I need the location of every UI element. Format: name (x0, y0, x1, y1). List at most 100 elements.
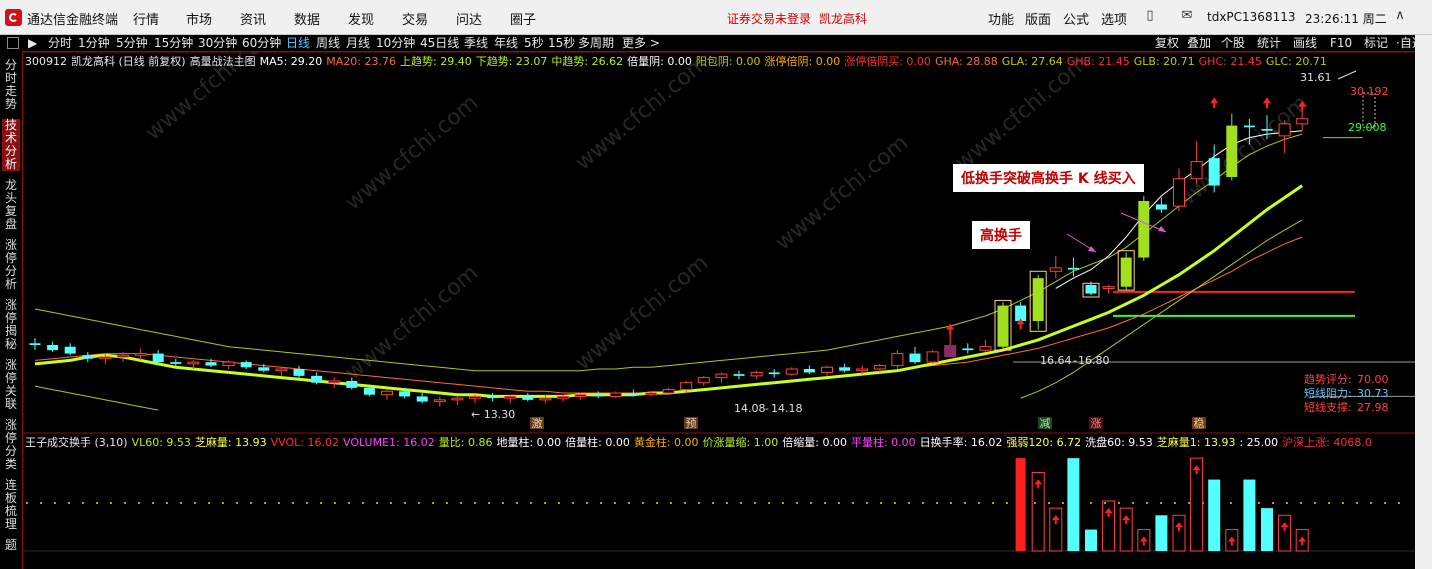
sidebar-tab-3[interactable]: 涨停分析 (2, 239, 20, 291)
candle-body (504, 395, 517, 399)
period-tab-2[interactable]: 5分钟 (116, 35, 148, 51)
menu-item-quanzi[interactable]: 圈子 (510, 9, 536, 28)
candle-body (1226, 125, 1238, 177)
menu-bar: 通达信金融终端 行情 市场 资讯 数据 发现 交易 问达 圈子 证券交易未登录 … (0, 0, 1432, 35)
volume-baseline-dot (712, 502, 714, 504)
volume-baseline-dot (54, 502, 56, 504)
kline-chart[interactable]: www.cfchi.com www.cfchi.com www.cfchi.com w… (23, 51, 1415, 569)
indicator-value: 阳包阴: 0.00 (695, 55, 761, 68)
toolbar-button-1[interactable]: 叠加 (1187, 35, 1211, 51)
indicator-value: 下趋势: 23.07 (475, 55, 548, 68)
volume-baseline-dot (1258, 502, 1260, 504)
grid-toggle-icon[interactable] (7, 37, 19, 49)
indicator-value: MA5: 29.20 (259, 55, 323, 68)
volume-baseline-dot (264, 502, 266, 504)
volume-bar (1208, 479, 1221, 551)
sidebar-tab-6[interactable]: 涨停分类 (2, 419, 20, 471)
window-restore-icon[interactable]: ∧ (1391, 7, 1409, 25)
candle-body (997, 305, 1009, 347)
menu-item-wenda[interactable]: 问达 (456, 9, 482, 28)
sidebar-tab-8[interactable]: 题 (2, 539, 20, 552)
menu-item-gongneng[interactable]: 功能 (988, 9, 1014, 28)
signal-marker-text: 预 (686, 417, 697, 430)
short-support-value: 27.98 (1357, 401, 1389, 414)
volume-arrow-stem (1195, 470, 1198, 475)
volume-baseline-dot (1314, 502, 1316, 504)
volume-baseline-dot (950, 502, 952, 504)
period-tab-6[interactable]: 日线 (286, 35, 310, 51)
mail-icon[interactable]: ✉ (1178, 7, 1196, 25)
volume-baseline-dot (152, 502, 154, 504)
indicator-value: 平量柱: 0.00 (850, 436, 916, 449)
period-tab-3[interactable]: 15分钟 (154, 35, 193, 51)
volume-baseline-dot (488, 502, 490, 504)
period-tab-14[interactable]: 15秒 (548, 35, 575, 51)
volume-baseline-dot (852, 502, 854, 504)
period-tab-12[interactable]: 年线 (494, 35, 518, 51)
watermark-text: www.cfchi.com (341, 260, 483, 385)
sidebar-tab-2[interactable]: 龙头复盘 (2, 179, 20, 231)
login-notice[interactable]: 证券交易未登录 (727, 10, 811, 27)
candle-body (1208, 158, 1220, 186)
toolbar-button-2[interactable]: 个股 (1221, 35, 1245, 51)
toolbar-button-4[interactable]: 画线 (1293, 35, 1317, 51)
menu-item-xuanxiang[interactable]: 选项 (1101, 9, 1127, 28)
volume-baseline-dot (1272, 502, 1274, 504)
menu-item-shuju[interactable]: 数据 (294, 9, 320, 28)
period-tab-11[interactable]: 季线 (464, 35, 488, 51)
collapse-icon[interactable]: ▶ (28, 35, 37, 51)
candle-body (487, 396, 499, 399)
volume-baseline-dot (642, 502, 644, 504)
period-tab-8[interactable]: 月线 (346, 35, 370, 51)
period-tab-1[interactable]: 1分钟 (78, 35, 110, 51)
short-support-label: 短线支撑: (1304, 400, 1352, 414)
indicator-value: 芝麻量: 13.93 (194, 436, 267, 449)
candle-body (99, 356, 112, 360)
toolbar-button-3[interactable]: 统计 (1257, 35, 1281, 51)
indicator-value: 涨停倍阴: 0.00 (764, 55, 841, 68)
candle-body (47, 345, 59, 351)
candle-body (1243, 125, 1255, 128)
period-tab-4[interactable]: 30分钟 (198, 35, 237, 51)
candle-body (609, 392, 622, 397)
trend-score-value: 70.00 (1357, 373, 1389, 386)
price-separator: - (1073, 354, 1077, 367)
period-tab-13[interactable]: 5秒 (524, 35, 544, 51)
volume-bar (1119, 507, 1133, 552)
menu-item-hangqing[interactable]: 行情 (133, 9, 159, 28)
volume-baseline-dot (838, 502, 840, 504)
sidebar-tab-4[interactable]: 涨停揭秘 (2, 299, 20, 351)
period-tab-5[interactable]: 60分钟 (242, 35, 281, 51)
sidebar-tab-5[interactable]: 涨停关联 (2, 359, 20, 411)
period-tab-9[interactable]: 10分钟 (376, 35, 415, 51)
menu-item-faxian[interactable]: 发现 (348, 9, 374, 28)
menu-item-shichang[interactable]: 市场 (186, 9, 212, 28)
indicator-header-volume: 王子成交换手 (3,10) VL60: 9.53 芝麻量: 13.93 VVOL: 1… (25, 434, 1376, 450)
candle-body (979, 346, 992, 351)
candle-body (433, 399, 446, 403)
toolbar-button-0[interactable]: 复权 (1155, 35, 1179, 51)
candle-body (557, 395, 569, 399)
notification-icon[interactable]: ▯ (1141, 7, 1159, 25)
period-tab-10[interactable]: 45日线 (420, 35, 459, 51)
candle-body (856, 368, 869, 372)
menu-item-jiaoyi[interactable]: 交易 (402, 9, 428, 28)
menu-item-banmian[interactable]: 版面 (1025, 9, 1051, 28)
sidebar-tab-1[interactable]: 技术分析 (2, 119, 20, 171)
menu-item-zixun[interactable]: 资讯 (240, 9, 266, 28)
period-tab-15[interactable]: 多周期 (578, 35, 614, 51)
toolbar-button-5[interactable]: F10 (1330, 35, 1352, 51)
period-tab-7[interactable]: 周线 (316, 35, 340, 51)
main-chart-formula[interactable]: 高量战法主图 (190, 55, 256, 68)
sidebar-tab-0[interactable]: 分时走势 (2, 59, 20, 111)
period-tab-16[interactable]: 更多 > (622, 35, 660, 51)
candle-body (187, 361, 200, 365)
sidebar-tab-7[interactable]: 连板梳理 (2, 479, 20, 531)
vertical-scrollbar[interactable] (1415, 35, 1432, 569)
period-tab-0[interactable]: 分时 (48, 35, 72, 51)
candle-body (222, 361, 235, 367)
user-id[interactable]: tdxPC1368113 (1207, 10, 1295, 24)
volume-baseline-dot (810, 502, 812, 504)
toolbar-button-6[interactable]: 标记 (1364, 35, 1388, 51)
menu-item-gongshi[interactable]: 公式 (1063, 9, 1089, 28)
